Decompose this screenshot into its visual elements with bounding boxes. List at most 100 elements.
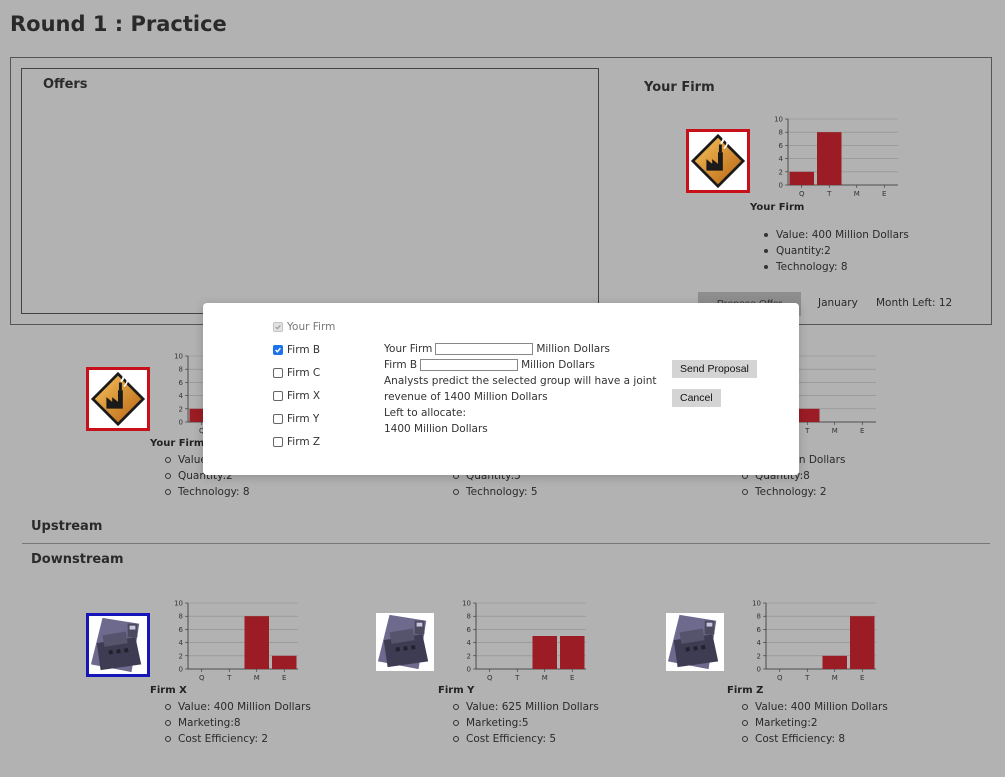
y-tick-label: 4 [179,639,184,647]
detail-cost-efficiency: Cost Efficiency: 5 [452,731,599,747]
checkbox-icon[interactable] [273,414,283,424]
detail-value: Value: 400 Million Dollars [741,699,888,715]
y-tick-label: 10 [174,600,183,608]
x-tick-label: E [570,674,574,682]
x-tick-label: T [226,674,232,682]
bar-M [532,636,557,669]
x-tick-label: M [854,190,860,198]
detail-cost-efficiency: Cost Efficiency: 2 [164,731,311,747]
upstream-firm-name: Your Firm [150,438,205,449]
y-tick-label: 10 [774,116,783,124]
y-tick-label: 0 [779,182,783,190]
allocation-label: Firm B [384,359,418,371]
x-tick-label: Q [487,674,493,682]
y-tick-label: 10 [462,600,471,608]
x-tick-label: M [542,674,548,682]
send-proposal-button[interactable]: Send Proposal [672,360,757,378]
detail-value: Value: 400 Million Dollars [762,227,909,243]
firm-z-chart: 10 8 6 4 2 0 Q T M E [748,597,880,683]
checkbox-label: Your Firm [287,321,336,333]
checkbox-label: Firm B [287,344,321,356]
allocation-label: Your Firm [384,343,433,355]
allocation-row-your-firm: Your Firm Million Dollars [384,341,656,357]
firm-x-name: Firm X [150,685,187,696]
detail-technology: Technology: 2 [741,484,845,500]
cancel-button[interactable]: Cancel [672,389,721,407]
section-divider [22,543,990,544]
y-tick-label: 0 [757,666,761,674]
factory-icon [86,367,150,431]
detail-marketing: Marketing:8 [164,715,311,731]
proposal-modal: Your Firm Firm B Firm C Firm X Firm Y Fi… [203,303,799,475]
your-firm-chart: 10 8 6 4 2 0 Q T M E [770,113,902,199]
your-firm-amount-input[interactable] [435,343,534,355]
y-tick-label: 8 [179,613,183,621]
bar-Q [789,171,814,185]
checkbox-firm-c[interactable]: Firm C [273,367,320,379]
y-tick-label: 6 [179,379,184,387]
y-tick-label: 2 [757,652,761,660]
y-tick-label: 8 [779,129,783,137]
bar-chart: 10 8 6 4 2 0 Q T M E [462,600,586,682]
y-tick-label: 2 [467,652,471,660]
y-tick-label: 6 [757,626,762,634]
checkbox-firm-z[interactable]: Firm Z [273,436,320,448]
cash-register-icon [663,610,727,674]
detail-quantity: Quantity:2 [762,243,909,259]
page-title: Round 1 : Practice [10,12,227,36]
y-tick-label: 4 [757,639,762,647]
detail-value: Value: 625 Million Dollars [452,699,599,715]
allocation-unit: Million Dollars [521,359,595,371]
month-label: January [818,297,858,309]
checkbox-label: Firm Y [287,413,320,425]
y-tick-label: 2 [179,652,183,660]
x-tick-label: E [282,674,286,682]
checkbox-icon[interactable] [273,345,283,355]
x-tick-label: T [514,674,520,682]
x-tick-label: M [254,674,260,682]
prediction-text: Analysts predict the selected group will… [384,375,657,387]
y-tick-label: 10 [752,600,761,608]
y-tick-label: 6 [179,626,184,634]
your-firm-title: Your Firm [644,80,715,95]
x-tick-label: T [804,674,810,682]
bar-chart: 10 8 6 4 2 0 Q T M E [174,600,298,682]
prediction-revenue: revenue of 1400 Million Dollars [384,391,548,403]
checkbox-icon[interactable] [273,391,283,401]
checkbox-icon[interactable] [273,368,283,378]
x-tick-label: M [832,427,838,435]
cash-register-icon [373,610,437,674]
y-tick-label: 4 [467,639,472,647]
x-tick-label: Q [199,674,205,682]
detail-technology: Technology: 8 [762,259,909,275]
checkbox-icon[interactable] [273,437,283,447]
month-left-label: Month Left: 12 [876,297,953,309]
y-tick-label: 2 [779,168,783,176]
checkbox-firm-b[interactable]: Firm B [273,344,320,356]
checkbox-label: Firm C [287,367,321,379]
checkbox-icon[interactable] [273,322,283,332]
bar-chart: 10 8 6 4 2 0 Q T M E [752,600,876,682]
detail-technology: Technology: 8 [164,484,311,500]
checkbox-firm-y[interactable]: Firm Y [273,413,319,425]
y-tick-label: 6 [467,626,472,634]
checkbox-label: Firm X [287,390,321,402]
upstream-title: Upstream [31,519,103,534]
bar-M [822,655,847,669]
left-to-allocate-label: Left to allocate: [384,407,466,419]
checkbox-firm-x[interactable]: Firm X [273,390,320,402]
x-tick-label: E [860,674,864,682]
x-tick-label: Q [799,190,805,198]
firm-z-details: Value: 400 Million Dollars Marketing:2 C… [741,699,888,747]
x-tick-label: E [860,427,864,435]
x-tick-label: T [826,190,832,198]
factory-icon [686,129,750,193]
checkbox-label: Firm Z [287,436,321,448]
firm-y-details: Value: 625 Million Dollars Marketing:5 C… [452,699,599,747]
detail-cost-efficiency: Cost Efficiency: 8 [741,731,888,747]
offers-panel [21,68,599,314]
downstream-title: Downstream [31,552,124,567]
firm-b-amount-input[interactable] [420,359,519,371]
x-tick-label: Q [777,674,783,682]
checkbox-your-firm[interactable]: Your Firm [273,321,335,333]
